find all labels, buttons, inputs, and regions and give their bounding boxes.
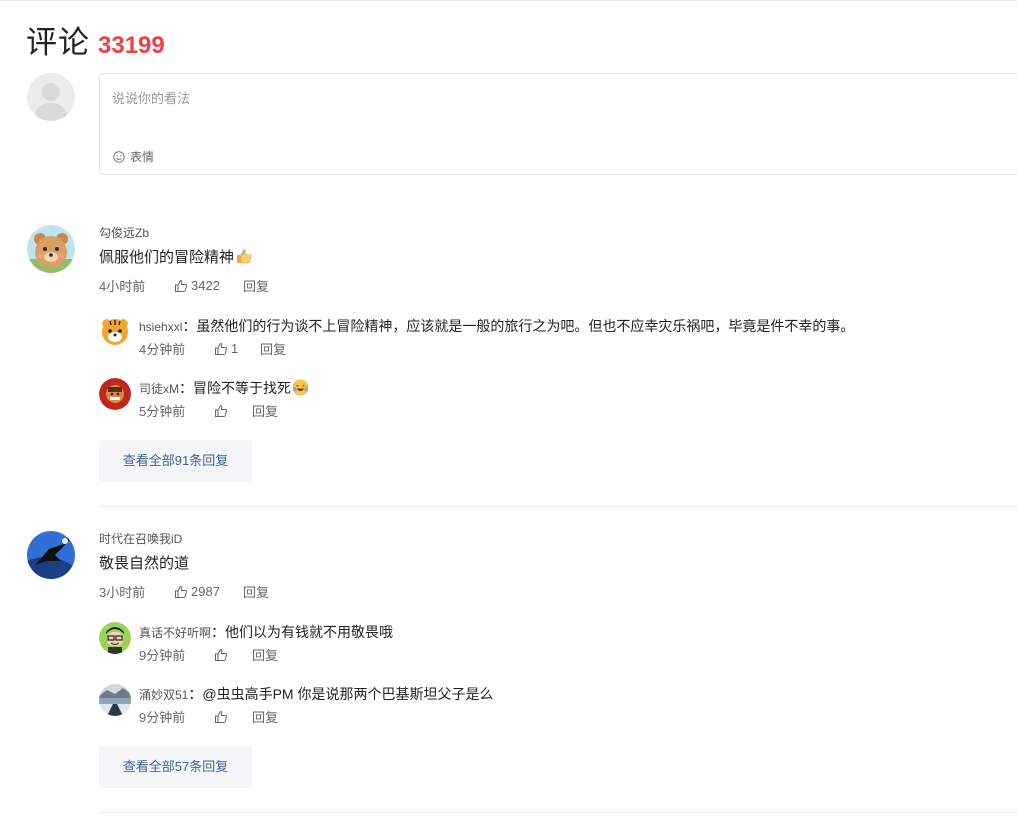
reply-line: 司徒xM：冒险不等于找死 [139,378,309,398]
like-button[interactable] [214,710,252,724]
avatar[interactable] [99,684,131,716]
reply-line: 涌妙双51：@虫虫高手PM 你是说那两个巴基斯坦父子是么 [139,684,493,704]
reply-text: 虽然他们的行为谈不上冒险精神，应该就是一般的旅行之为吧。但也不应幸灾乐祸吧，毕竟… [196,318,855,334]
comment-username[interactable]: 时代在召唤我iD [99,530,182,547]
view-all-replies-button[interactable]: 查看全部91条回复 [99,440,252,482]
reply-text: 他们以为有钱就不用敬畏哦 [225,624,394,640]
comment-divider [99,812,1017,813]
reply-time: 4分钟前 [139,342,186,357]
page-title: 评论 [26,25,90,60]
thumbs-up-icon [175,585,187,598]
thumbs-up-icon [215,404,227,417]
thumbs-up-icon [175,279,187,292]
laughing-tears-emoji [292,379,309,396]
top-divider [0,0,1017,1]
comments-header: 评论 33199 [26,17,165,62]
avatar[interactable] [99,316,131,348]
colon: ： [182,318,197,334]
reply-username[interactable]: 司徒xM [139,382,179,396]
like-button[interactable]: 1 [214,341,260,356]
reply-username[interactable]: 真话不好听啊 [139,626,211,640]
reply-button[interactable]: 回复 [252,401,278,420]
comment-text-content: 佩服他们的冒险精神 [99,249,235,266]
reply-time: 9分钟前 [139,710,186,725]
avatar[interactable] [27,225,75,273]
colon: ： [211,624,226,640]
comment-composer: 表情 [99,73,1017,175]
reply-meta: 5分钟前 回复 [139,401,278,420]
reply-meta: 9分钟前 回复 [139,645,278,664]
reply-line: hsiehxxl：虽然他们的行为谈不上冒险精神，应该就是一般的旅行之为吧。但也不… [139,316,854,336]
colon: ： [188,686,203,702]
reply-button[interactable]: 回复 [252,645,278,664]
like-button[interactable] [214,404,252,418]
like-count: 2987 [191,584,220,599]
like-button[interactable]: 3422 [174,278,243,293]
reply-line: 真话不好听啊：他们以为有钱就不用敬畏哦 [139,622,393,642]
thumbs-up-icon [215,648,227,661]
reply-text: 冒险不等于找死 [193,380,291,396]
reply-button[interactable]: 回复 [252,707,278,726]
comment-divider [99,506,1017,507]
reply-button[interactable]: 回复 [243,582,269,601]
comment-meta: 3小时前 2987 回复 [99,582,269,601]
comment-count: 33199 [98,32,165,59]
comment-meta: 4小时前 3422 回复 [99,276,269,295]
reply-username[interactable]: hsiehxxl [139,320,182,334]
reply-text: @虫虫高手PM 你是说那两个巴基斯坦父子是么 [202,686,494,702]
comment-input[interactable] [100,74,1017,134]
colon: ： [179,380,193,396]
reply-meta: 4分钟前 1 回复 [139,339,286,358]
thumbs-up-icon [215,342,227,355]
thumbs-up-icon [215,710,227,723]
reply-button[interactable]: 回复 [260,339,286,358]
comment-text: 敬畏自然的道 [99,555,190,572]
reply-meta: 9分钟前 回复 [139,707,278,726]
comment-time: 3小时前 [99,585,146,600]
like-button[interactable]: 2987 [174,584,243,599]
like-count: 1 [231,341,239,356]
emoji-label: 表情 [130,150,155,164]
thumbs-up-emoji [237,249,252,264]
like-count: 3422 [191,278,220,293]
current-user-avatar [27,73,75,121]
comment-time: 4小时前 [99,279,146,294]
smile-icon [113,150,125,163]
reply-time: 5分钟前 [139,404,186,419]
reply-username[interactable]: 涌妙双51 [139,688,188,702]
avatar[interactable] [99,378,131,410]
reply-time: 9分钟前 [139,648,186,663]
emoji-button[interactable]: 表情 [113,148,154,165]
reply-button[interactable]: 回复 [243,276,269,295]
avatar[interactable] [27,531,75,579]
comment-username[interactable]: 勾俊远Zb [99,224,149,241]
avatar[interactable] [99,622,131,654]
view-all-replies-button[interactable]: 查看全部57条回复 [99,746,252,788]
comment-text: 佩服他们的冒险精神 [99,246,253,267]
like-button[interactable] [214,648,252,662]
